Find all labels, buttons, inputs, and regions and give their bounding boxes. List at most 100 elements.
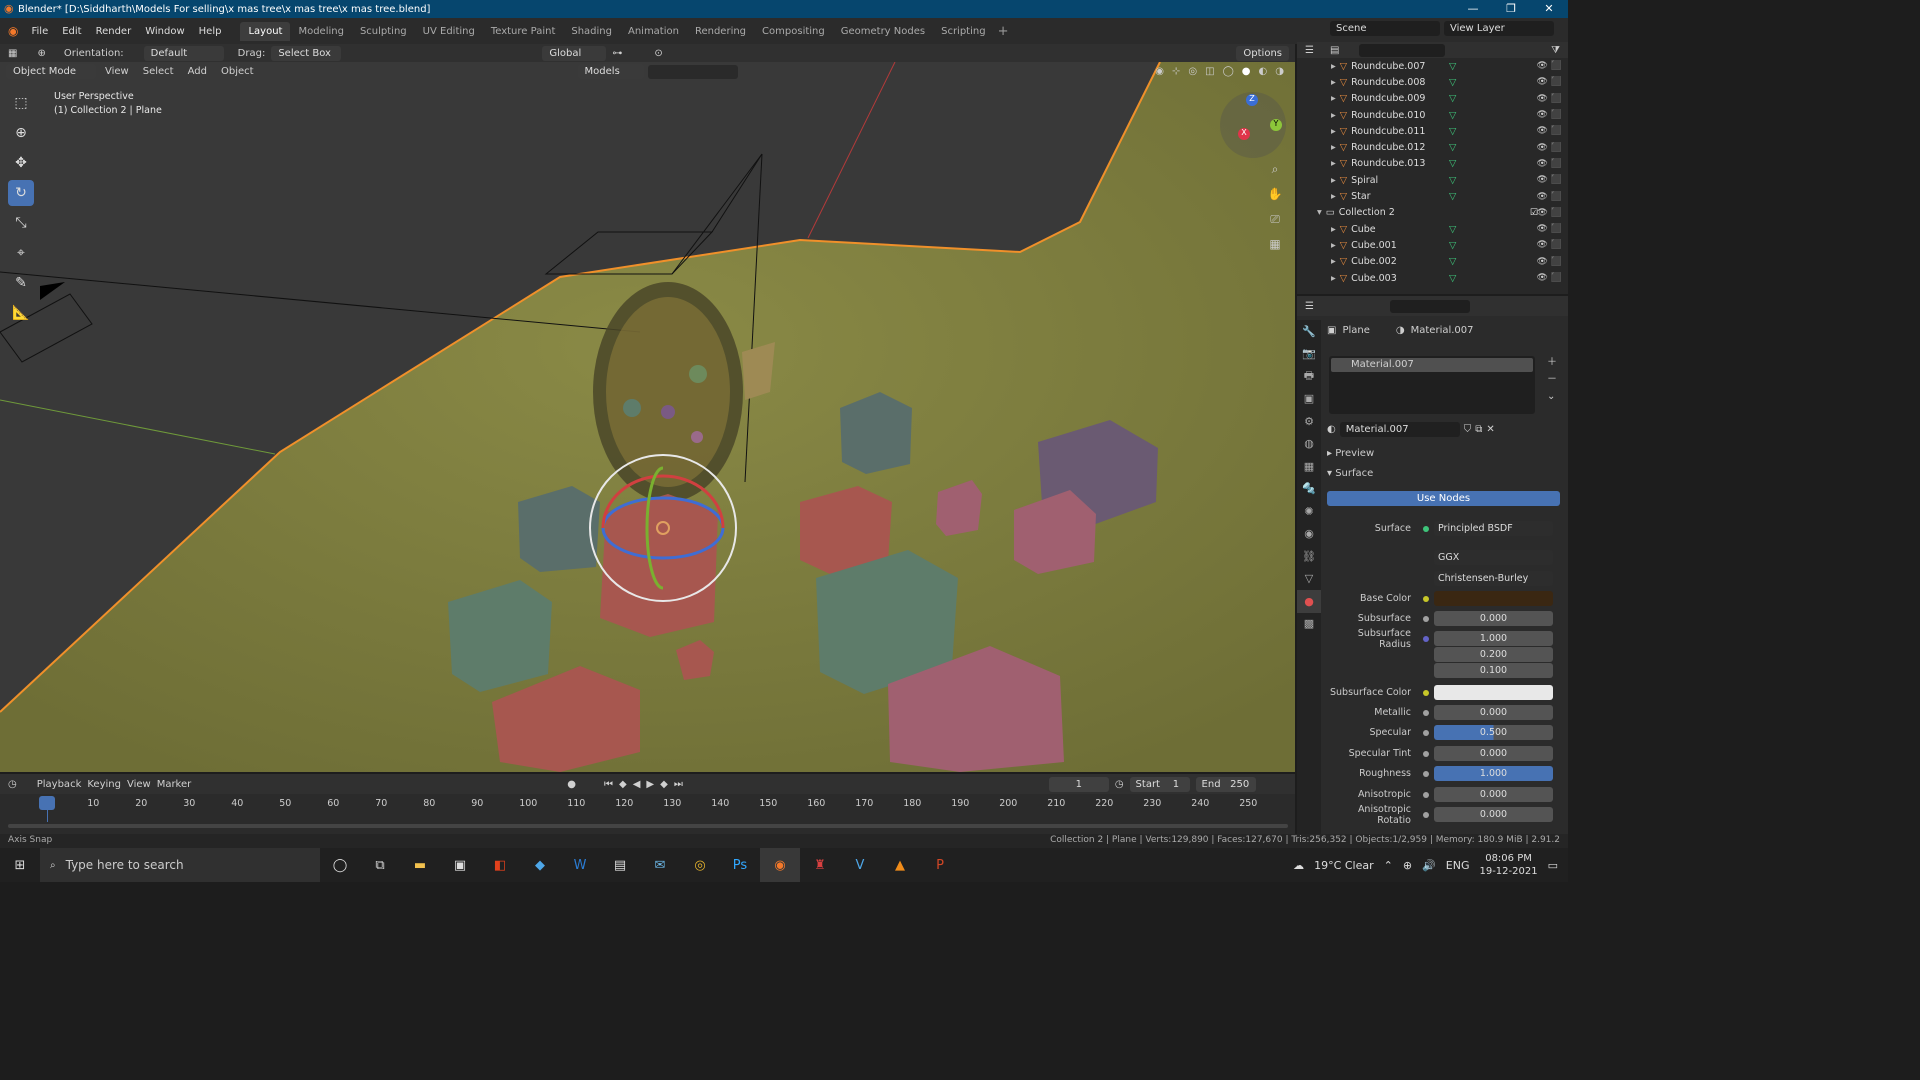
zoom-icon[interactable]: ⌕ bbox=[1264, 158, 1286, 180]
outliner-row[interactable]: ▸ ▽ Cube ▽ 👁 ⬛ bbox=[1297, 221, 1568, 237]
use-nodes-button[interactable]: Use Nodes bbox=[1327, 491, 1560, 506]
distribution-dropdown[interactable]: GGX bbox=[1434, 550, 1553, 565]
remove-slot-button[interactable]: － bbox=[1547, 371, 1557, 388]
menu-render[interactable]: Render bbox=[89, 26, 139, 37]
add-menu[interactable]: Add bbox=[183, 66, 212, 77]
timeline-scrollbar[interactable] bbox=[8, 824, 1288, 828]
wireframe-shading-icon[interactable]: ◯ bbox=[1223, 66, 1234, 77]
workspace-tab[interactable]: Texture Paint bbox=[483, 22, 564, 41]
maximize-button[interactable]: ❐ bbox=[1492, 0, 1530, 18]
gizmo-x-icon[interactable]: X bbox=[1238, 128, 1250, 140]
outliner-row[interactable]: ▸ ▽ Roundcube.012 ▽ 👁 ⬛ bbox=[1297, 139, 1568, 155]
slot-specials-button[interactable]: ⌄ bbox=[1547, 388, 1557, 405]
playhead[interactable] bbox=[39, 796, 55, 810]
eye-icon[interactable]: 👁 ⬛ bbox=[1537, 240, 1563, 250]
world-tab-icon[interactable]: ◍ bbox=[1297, 433, 1321, 456]
outliner-search-input[interactable] bbox=[1359, 43, 1446, 57]
workspace-tab[interactable]: Rendering bbox=[687, 22, 754, 41]
workspace-tab[interactable]: Shading bbox=[563, 22, 620, 41]
workspace-tab[interactable]: Animation bbox=[620, 22, 687, 41]
outliner-row[interactable]: ▸ ▽ Roundcube.013 ▽ 👁 ⬛ bbox=[1297, 156, 1568, 172]
property-value-field[interactable] bbox=[1434, 685, 1553, 700]
outliner-row[interactable]: ▸ ▽ Cube.001 ▽ 👁 ⬛ bbox=[1297, 237, 1568, 253]
clock[interactable]: 08:06 PM 19-12-2021 bbox=[1479, 852, 1537, 878]
ortho-grid-icon[interactable]: ▦ bbox=[1264, 233, 1286, 255]
measure-tool-icon[interactable]: 📐 bbox=[8, 300, 34, 326]
gizmo-toggle-icon[interactable]: ⊹ bbox=[1172, 66, 1180, 77]
fake-user-icon[interactable]: ⛉ bbox=[1464, 424, 1472, 435]
physics-tab-icon[interactable]: ◉ bbox=[1297, 523, 1321, 546]
render-tab-icon[interactable]: 📷 bbox=[1297, 343, 1321, 366]
workspace-tab[interactable]: Geometry Nodes bbox=[833, 22, 933, 41]
outliner-row[interactable]: ▸ ▽ Cube.002 ▽ 👁 ⬛ bbox=[1297, 254, 1568, 270]
close-button[interactable]: ✕ bbox=[1530, 0, 1568, 18]
cortana-icon[interactable]: ◯ bbox=[320, 848, 360, 882]
proportional-edit-icon[interactable]: ⊙ bbox=[654, 48, 662, 59]
property-value-field[interactable] bbox=[1434, 591, 1553, 606]
scene-selector[interactable]: Scene bbox=[1330, 21, 1440, 36]
display-mode-icon[interactable]: ▤ bbox=[1330, 45, 1339, 56]
workspace-tab[interactable]: Layout bbox=[240, 21, 291, 41]
particles-tab-icon[interactable]: ✺ bbox=[1297, 500, 1321, 523]
network-icon[interactable]: ⊕ bbox=[1403, 859, 1412, 872]
menu-edit[interactable]: Edit bbox=[55, 26, 88, 37]
outliner-collection-row[interactable]: ▾ ▭ Collection 2 ☑ 👁 ⬛ bbox=[1297, 205, 1568, 221]
cursor-tool-icon[interactable]: ⊕ bbox=[8, 120, 34, 146]
eye-icon[interactable]: 👁 ⬛ bbox=[1537, 208, 1563, 218]
task-view-icon[interactable]: ⧉ bbox=[360, 848, 400, 882]
file-explorer-icon[interactable]: ▬ bbox=[400, 848, 440, 882]
language-text[interactable]: ENG bbox=[1446, 859, 1470, 872]
outliner-row[interactable]: ▸ ▽ Cube.003 ▽ 👁 ⬛ bbox=[1297, 270, 1568, 286]
jump-end-icon[interactable]: ⏭ bbox=[674, 779, 683, 790]
prev-keyframe-icon[interactable]: ◆ bbox=[619, 779, 627, 790]
navigation-gizmo[interactable]: Z Y X bbox=[1220, 92, 1286, 158]
solid-shading-icon[interactable]: ● bbox=[1242, 66, 1251, 77]
preview-panel-header[interactable]: ▸ Preview bbox=[1327, 448, 1374, 459]
view-menu[interactable]: View bbox=[100, 66, 134, 77]
property-value-field[interactable]: 0.100 bbox=[1434, 663, 1553, 678]
add-workspace-icon[interactable]: + bbox=[998, 24, 1009, 39]
transform-tool-icon[interactable]: ⌖ bbox=[8, 240, 34, 266]
rotate-tool-icon[interactable]: ↻ bbox=[8, 180, 34, 206]
eye-icon[interactable]: 👁 ⬛ bbox=[1537, 257, 1563, 267]
filter-icon[interactable]: ⧩ bbox=[1551, 45, 1560, 56]
outliner-row[interactable]: ▸ ▽ Roundcube.011 ▽ 👁 ⬛ bbox=[1297, 123, 1568, 139]
workspace-tab[interactable]: Scripting bbox=[933, 22, 993, 41]
texture-tab-icon[interactable]: ▩ bbox=[1297, 613, 1321, 636]
select-box-tool-icon[interactable]: ⬚ bbox=[8, 90, 34, 116]
property-value-field[interactable]: 1.000 bbox=[1434, 631, 1553, 646]
workspace-tab[interactable]: UV Editing bbox=[415, 22, 483, 41]
next-keyframe-icon[interactable]: ◆ bbox=[660, 779, 668, 790]
viewport-search-input[interactable] bbox=[647, 64, 738, 79]
timeline-editor-icon[interactable]: ◷ bbox=[8, 779, 17, 790]
visibility-icon[interactable]: ◉ bbox=[1155, 66, 1164, 77]
blender-menu-icon[interactable]: ◉ bbox=[8, 24, 18, 38]
property-value-field[interactable]: 1.000 bbox=[1434, 766, 1553, 781]
menu-file[interactable]: File bbox=[24, 26, 55, 37]
annotate-tool-icon[interactable]: ✎ bbox=[8, 270, 34, 296]
app3-icon[interactable]: ♜ bbox=[800, 848, 840, 882]
vlc-icon[interactable]: ▲ bbox=[880, 848, 920, 882]
editor-type-icon[interactable]: ▦ bbox=[8, 48, 17, 59]
eye-icon[interactable]: 👁 ⬛ bbox=[1537, 143, 1563, 153]
object-menu[interactable]: Object bbox=[216, 66, 259, 77]
workspace-tab[interactable]: Sculpting bbox=[352, 22, 415, 41]
transform-orientation-dropdown[interactable]: Global bbox=[542, 45, 607, 61]
surface-panel-header[interactable]: ▾ Surface bbox=[1327, 468, 1373, 479]
property-value-field[interactable]: 0.500 bbox=[1434, 725, 1553, 740]
tool-tab-icon[interactable]: 🔧 bbox=[1297, 320, 1321, 343]
current-frame-field[interactable]: 1 bbox=[1048, 776, 1109, 792]
3d-viewport[interactable]: User Perspective (1) Collection 2 | Plan… bbox=[0, 62, 1295, 772]
app-icon[interactable]: ◆ bbox=[520, 848, 560, 882]
blender-taskbar-icon[interactable]: ◉ bbox=[760, 848, 800, 882]
collection-filter-dropdown[interactable]: Models bbox=[577, 64, 644, 79]
eye-icon[interactable]: 👁 ⬛ bbox=[1537, 175, 1563, 185]
minimize-button[interactable]: — bbox=[1454, 0, 1492, 18]
property-value-field[interactable]: 0.000 bbox=[1434, 807, 1553, 822]
mail-icon[interactable]: ✉ bbox=[640, 848, 680, 882]
select-menu[interactable]: Select bbox=[138, 66, 179, 77]
workspace-tab[interactable]: Modeling bbox=[290, 22, 352, 41]
eye-icon[interactable]: 👁 ⬛ bbox=[1537, 110, 1563, 120]
menu-window[interactable]: Window bbox=[138, 26, 191, 37]
windows-start-icon[interactable]: ⊞ bbox=[0, 848, 40, 882]
